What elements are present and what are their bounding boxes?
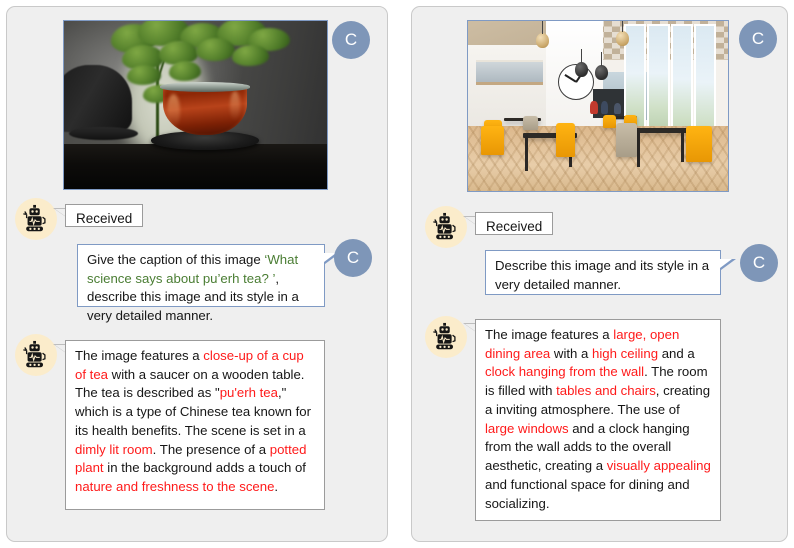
dining-hall-image[interactable]	[467, 20, 729, 192]
grey-chair	[616, 123, 637, 157]
user-badge-c: C	[334, 239, 372, 277]
person	[590, 100, 598, 115]
prompt-text: Describe this image and its style in a v…	[495, 258, 710, 292]
answer-segment-10: .	[274, 479, 279, 495]
received-label: Received	[486, 219, 543, 234]
answer-segment-2: with a	[550, 345, 593, 361]
answer-segment-5: clock hanging from the wall	[485, 364, 645, 380]
plant-leaf	[232, 44, 270, 67]
answer-segment-0: The image features a	[75, 348, 204, 363]
answer-segment-5: dimly lit room	[75, 441, 153, 457]
received-bubble-left: Received	[65, 204, 143, 227]
grey-chair	[522, 116, 539, 130]
table-leg	[525, 134, 529, 171]
answer-segment-4: and a	[658, 345, 695, 361]
robot-icon	[23, 340, 46, 368]
large-window	[647, 24, 670, 134]
teapot-saucer	[69, 126, 138, 141]
user-badge-c: C	[740, 244, 778, 282]
received-bubble-tail-inner	[465, 217, 475, 224]
yellow-chair	[556, 123, 575, 157]
person	[613, 102, 622, 115]
answer-segment-0: The image features a	[485, 327, 614, 342]
assistant-avatar	[15, 334, 57, 376]
person	[600, 100, 609, 115]
plant-leaf	[195, 37, 235, 62]
assistant-answer-bubble-right: The image features a large, open dining …	[475, 319, 721, 521]
conversation-panel-right: C Received Describe this image and its s…	[411, 6, 788, 542]
assistant-answer-bubble-left: The image features a close-up of a cup o…	[65, 340, 325, 510]
plant-leaf	[127, 64, 162, 85]
prompt-bubble-tail-inner	[720, 259, 732, 268]
user-badge-c: C	[739, 20, 777, 58]
screenshot-root: C Received Give the caption of this imag	[0, 0, 794, 548]
yellow-chair	[481, 126, 505, 156]
table-leg	[637, 129, 640, 168]
answer-segment-7: tables and chairs	[556, 383, 656, 399]
answer-segment-9: nature and freshness to the scene	[75, 479, 275, 495]
robot-icon	[433, 322, 456, 350]
cup-highlight	[166, 93, 181, 130]
yellow-chair	[603, 114, 617, 129]
answer-bubble-tail-inner	[55, 345, 65, 352]
received-bubble-right: Received	[475, 212, 553, 235]
answer-segment-12: and functional space for dining and soci…	[485, 476, 690, 511]
user-prompt-bubble-left: Give the caption of this image ‘What sci…	[77, 244, 325, 323]
table-leg	[681, 129, 685, 163]
cup-highlight	[229, 90, 241, 122]
pendant-lamp	[616, 21, 630, 47]
answer-segment-9: large windows	[485, 420, 569, 436]
assistant-avatar	[15, 198, 57, 240]
answer-segment-3: high ceiling	[592, 345, 659, 361]
received-bubble-tail-inner	[55, 209, 65, 216]
assistant-avatar	[425, 206, 467, 248]
pendant-lamp	[574, 48, 588, 77]
balcony-railing	[475, 60, 544, 86]
user-badge-c: C	[332, 21, 370, 59]
tea-image[interactable]	[63, 20, 328, 190]
robot-icon	[23, 204, 46, 232]
prompt-text-part1: Give the caption of this image	[87, 252, 265, 267]
robot-icon	[433, 212, 456, 240]
assistant-avatar	[425, 316, 467, 358]
answer-segment-3: pu'erh tea	[219, 385, 278, 401]
answer-segment-6: . The presence of a	[152, 441, 270, 457]
user-prompt-bubble-right: Describe this image and its style in a v…	[485, 250, 721, 295]
pendant-lamp	[535, 21, 549, 48]
received-label: Received	[76, 211, 133, 226]
wooden-table	[64, 143, 327, 189]
answer-bubble-tail-inner	[465, 324, 475, 331]
answer-segment-8: in the background adds a touch of	[103, 460, 306, 476]
yellow-chair	[686, 126, 713, 163]
answer-segment-11: visually appealing	[606, 458, 711, 474]
conversation-panel-left: C Received Give the caption of this imag	[6, 6, 388, 542]
tea-cup-rim	[159, 82, 250, 92]
